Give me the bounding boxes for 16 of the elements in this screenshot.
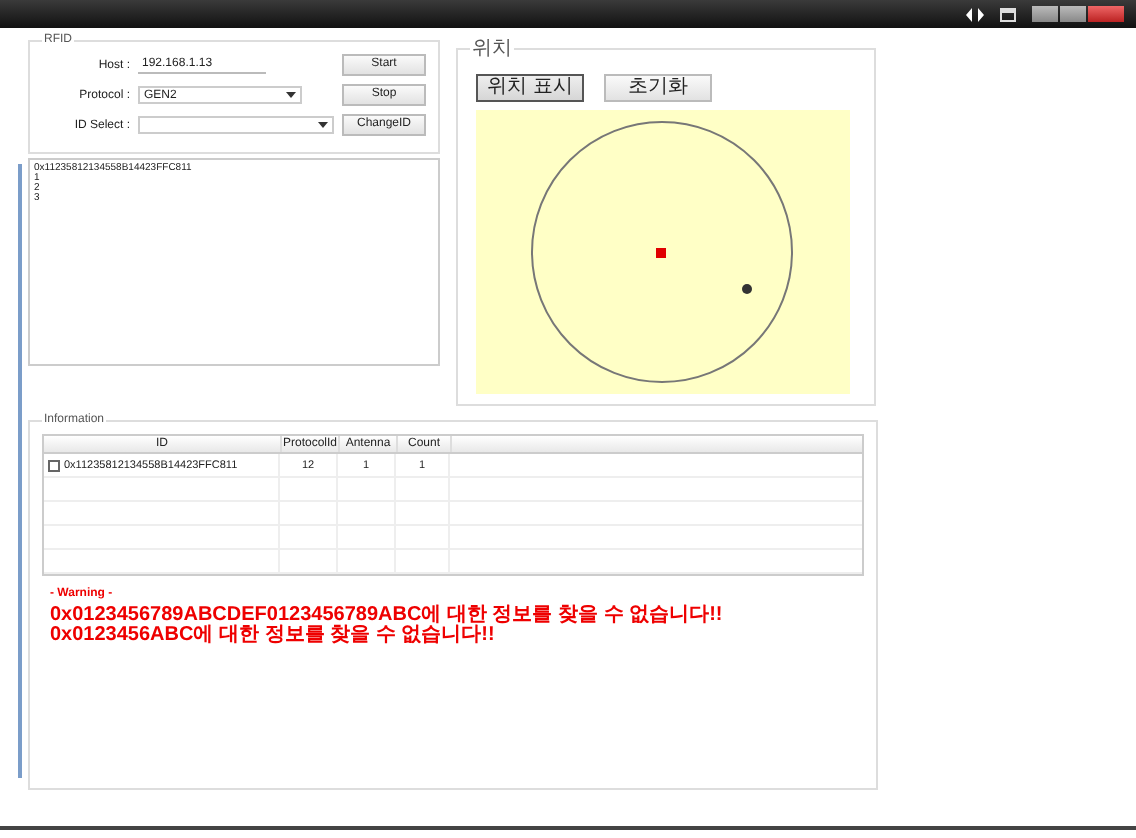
maximize-button[interactable] <box>1060 6 1086 22</box>
caret-icon <box>286 92 296 98</box>
minimize-button[interactable] <box>1032 6 1058 22</box>
dropdown[interactable] <box>138 116 334 134</box>
tag-marker <box>742 284 752 294</box>
checkbox[interactable] <box>48 459 60 471</box>
center-marker <box>656 248 666 258</box>
close-button[interactable] <box>1088 6 1124 22</box>
code-icon[interactable] <box>966 7 984 21</box>
warning-message: 0x0123456ABC에 대한 정보를 찾을 수 없습니다!! <box>50 626 497 646</box>
window-icon[interactable] <box>1000 7 1016 21</box>
caret-icon <box>318 122 328 128</box>
group-title: 위치 <box>470 36 514 62</box>
warning-message: 0x0123456789ABCDEF0123456789ABC에 대한 정보를 찾을 수 없습니다!! <box>50 606 725 626</box>
location-button[interactable]: 위치 표시 <box>476 74 584 102</box>
location-button[interactable]: 초기화 <box>604 74 712 102</box>
